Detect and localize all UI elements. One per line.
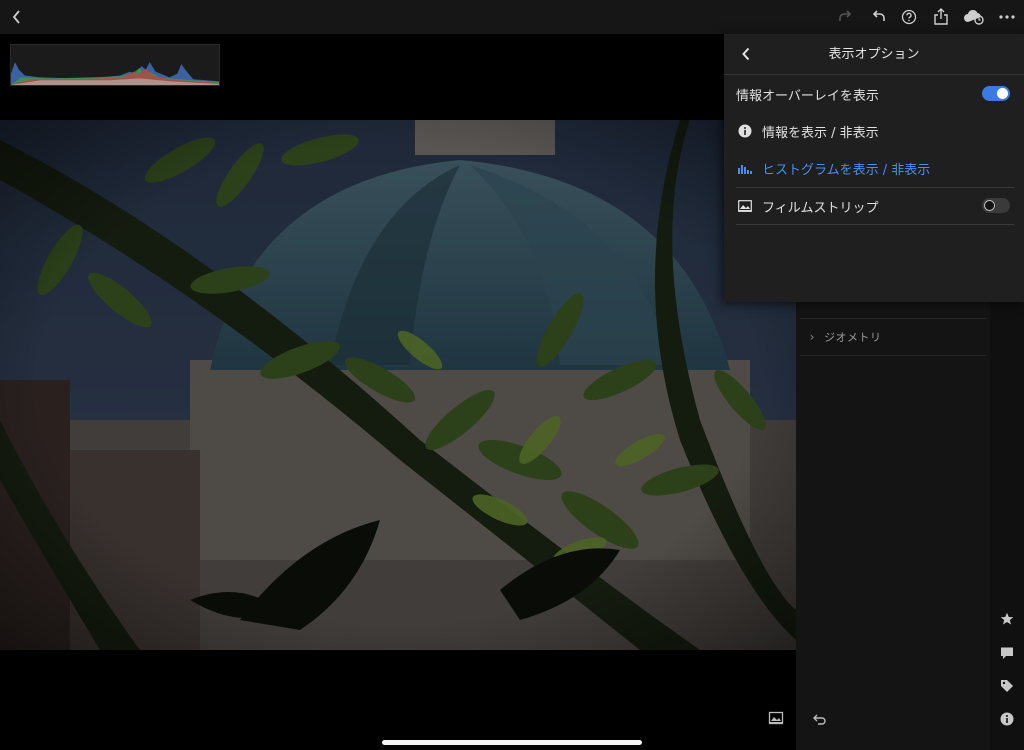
reset-icon[interactable] bbox=[812, 712, 828, 728]
geometry-section[interactable]: › ジオメトリ bbox=[800, 318, 986, 356]
histogram-icon bbox=[736, 159, 754, 177]
tag-icon[interactable] bbox=[998, 677, 1016, 695]
redo-icon[interactable] bbox=[832, 4, 858, 30]
share-icon[interactable] bbox=[928, 4, 954, 30]
back-chevron-icon[interactable] bbox=[4, 4, 30, 30]
popover-title: 表示オプション bbox=[828, 47, 920, 62]
back-chevron-icon[interactable] bbox=[734, 42, 758, 66]
filmstrip-toggle-icon[interactable] bbox=[768, 710, 786, 728]
filmstrip-icon bbox=[736, 197, 754, 215]
more-icon[interactable] bbox=[994, 4, 1020, 30]
histogram-overlay bbox=[10, 44, 220, 86]
top-bar bbox=[0, 0, 1024, 34]
info-icon bbox=[736, 122, 754, 140]
home-indicator bbox=[382, 740, 642, 745]
info-icon[interactable] bbox=[998, 710, 1016, 728]
toggle-histogram-label: ヒストグラムを表示 / 非表示 bbox=[762, 162, 931, 178]
toggle-histogram-row[interactable]: ヒストグラムを表示 / 非表示 bbox=[736, 150, 1014, 186]
star-icon[interactable] bbox=[998, 610, 1016, 628]
popover-header: 表示オプション bbox=[724, 34, 1024, 75]
show-info-overlay-toggle[interactable] bbox=[982, 86, 1010, 101]
photo-image bbox=[0, 120, 796, 650]
chevron-right-icon: › bbox=[809, 330, 815, 344]
toggle-info-row[interactable]: 情報を表示 / 非表示 bbox=[736, 113, 1014, 149]
toggle-info-label: 情報を表示 / 非表示 bbox=[762, 125, 879, 141]
show-info-overlay-row[interactable]: 情報オーバーレイを表示 bbox=[736, 76, 1014, 112]
undo-icon[interactable] bbox=[866, 4, 892, 30]
filmstrip-label: フィルムストリップ bbox=[762, 200, 879, 216]
comment-icon[interactable] bbox=[998, 644, 1016, 662]
display-options-popover: 表示オプション 情報オーバーレイを表示 情報を表示 / 非表示 ヒストグラムを表… bbox=[724, 34, 1024, 302]
filmstrip-toggle[interactable] bbox=[982, 198, 1010, 213]
help-icon[interactable] bbox=[896, 4, 922, 30]
section-label: ジオメトリ bbox=[824, 331, 882, 344]
filmstrip-row[interactable]: フィルムストリップ bbox=[736, 187, 1014, 225]
cloud-sync-icon[interactable] bbox=[961, 4, 987, 30]
show-info-overlay-label: 情報オーバーレイを表示 bbox=[736, 88, 879, 104]
